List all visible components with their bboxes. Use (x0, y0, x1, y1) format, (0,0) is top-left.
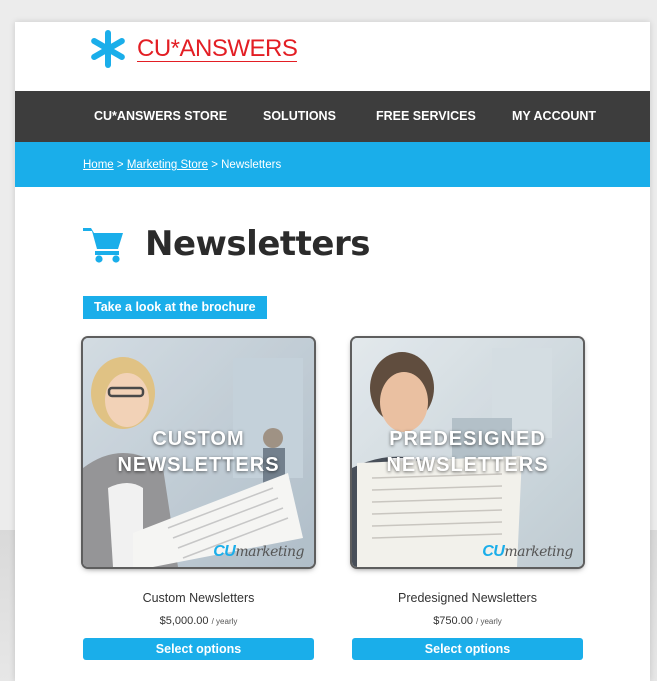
product-card-custom: CUSTOM NEWSLETTERS CUmarketing Custom Ne… (83, 338, 314, 660)
breadcrumb: Home > Marketing Store > Newsletters (15, 142, 650, 187)
watermark-cu: CU (482, 543, 505, 560)
select-options-button[interactable]: Select options (352, 638, 583, 660)
watermark-cu: CU (213, 543, 236, 560)
price-amount: $750.00 (433, 615, 473, 627)
logo-wordmark: CU*ANSWERS (137, 35, 298, 62)
asterisk-logo-icon (91, 30, 125, 68)
breadcrumb-current: Newsletters (221, 159, 282, 171)
watermark-marketing: marketing (504, 544, 573, 560)
nav-item-solutions[interactable]: SOLUTIONS (263, 91, 336, 142)
cu-marketing-watermark: CUmarketing (482, 543, 573, 561)
watermark-marketing: marketing (235, 544, 304, 560)
site-logo[interactable]: CU*ANSWERS (87, 28, 298, 70)
brochure-link[interactable]: Take a look at the brochure (83, 296, 267, 319)
page-title: Newsletters (145, 224, 370, 264)
page-heading: Newsletters (83, 224, 370, 264)
product-image-caption: CUSTOM NEWSLETTERS (83, 426, 314, 478)
select-options-button[interactable]: Select options (83, 638, 314, 660)
product-image-predesigned[interactable]: PREDESIGNED NEWSLETTERS CUmarketing (352, 338, 583, 567)
product-price: $5,000.00 / yearly (83, 615, 314, 627)
page-container: CU*ANSWERS CU*ANSWERS STORE SOLUTIONS FR… (15, 22, 650, 681)
price-amount: $5,000.00 (159, 615, 209, 627)
main-nav: CU*ANSWERS STORE SOLUTIONS FREE SERVICES… (15, 91, 650, 142)
product-price: $750.00 / yearly (352, 615, 583, 627)
caption-line: CUSTOM (152, 428, 245, 450)
breadcrumb-store-link[interactable]: Marketing Store (127, 159, 208, 171)
cu-marketing-watermark: CUmarketing (213, 543, 304, 561)
product-name[interactable]: Custom Newsletters (83, 591, 314, 605)
breadcrumb-separator: > (116, 159, 124, 171)
price-period: / yearly (476, 617, 502, 626)
shopping-cart-icon (83, 228, 123, 263)
product-name[interactable]: Predesigned Newsletters (352, 591, 583, 605)
product-image-caption: PREDESIGNED NEWSLETTERS (352, 426, 583, 478)
nav-item-free-services[interactable]: FREE SERVICES (376, 91, 476, 142)
breadcrumb-separator: > (211, 159, 218, 171)
caption-line: PREDESIGNED (389, 428, 546, 450)
breadcrumb-home-link[interactable]: Home (83, 159, 114, 171)
caption-line: NEWSLETTERS (386, 454, 549, 476)
price-period: / yearly (211, 617, 238, 626)
product-image-custom[interactable]: CUSTOM NEWSLETTERS CUmarketing (83, 338, 314, 567)
nav-item-store[interactable]: CU*ANSWERS STORE (94, 91, 227, 142)
caption-line: NEWSLETTERS (117, 454, 280, 476)
nav-item-my-account[interactable]: MY ACCOUNT (512, 91, 596, 142)
product-card-predesigned: PREDESIGNED NEWSLETTERS CUmarketing Pred… (352, 338, 583, 660)
